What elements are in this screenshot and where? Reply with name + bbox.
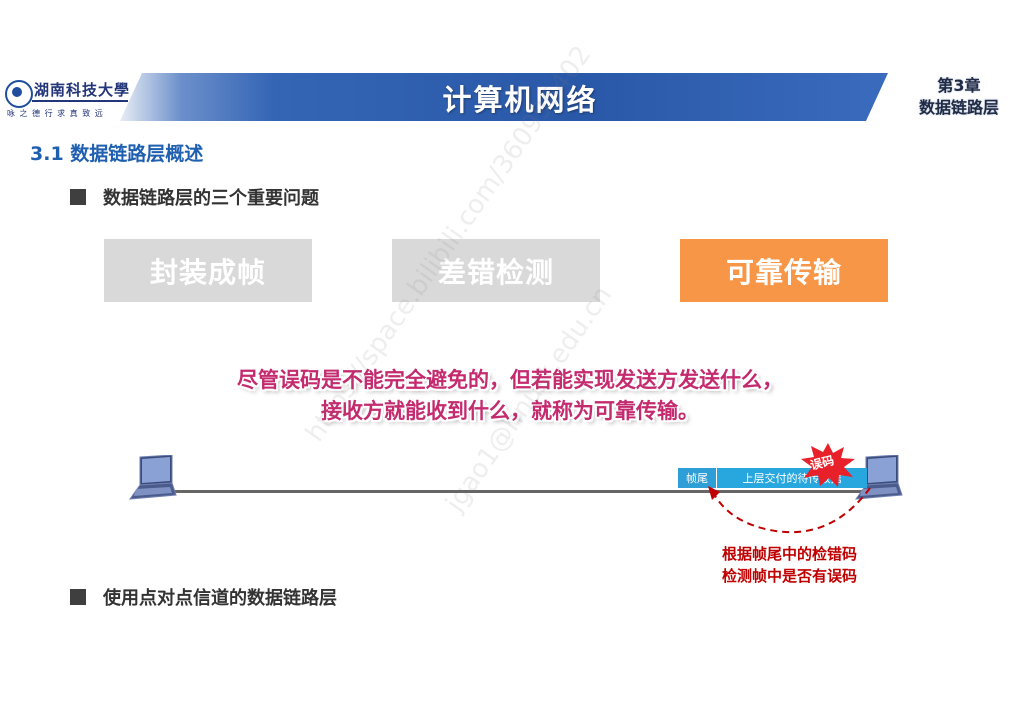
chapter-label: 第3章 数据链路层: [909, 75, 1009, 119]
section-title: 3.1 数据链路层概述: [30, 143, 204, 165]
university-emblem-icon: [5, 80, 33, 108]
university-motto: 咏 之 德 行 求 真 致 远: [7, 109, 104, 118]
issue-label: 封装成帧: [149, 255, 266, 289]
course-title: 计算机网络: [442, 83, 598, 117]
university-logo: 湖南科技大學 咏 之 德 行 求 真 致 远: [2, 74, 137, 120]
note-line-1: 根据帧尾中的检错码: [722, 545, 858, 563]
chapter-number: 第3章: [937, 76, 981, 95]
bullet-item: 使用点对点信道的数据链路层: [70, 584, 337, 610]
issue-box-reliable-transfer: 可靠传输: [680, 239, 888, 302]
bullet-text: 使用点对点信道的数据链路层: [103, 588, 337, 609]
bullet-text: 数据链路层的三个重要问题: [103, 188, 319, 209]
bullet-square-icon: [70, 589, 86, 605]
definition-line-1: 尽管误码是不能完全避免的，但若能实现发送方发送什么，: [237, 368, 783, 392]
check-arc: [708, 486, 871, 534]
university-name: 湖南科技大學: [34, 81, 131, 99]
error-check-note: 根据帧尾中的检错码 检测帧中是否有误码: [722, 543, 857, 587]
chapter-name: 数据链路层: [918, 98, 999, 117]
sender-laptop-icon: [128, 455, 177, 500]
note-line-2: 检测帧中是否有误码: [722, 567, 858, 585]
issue-label: 可靠传输: [725, 255, 842, 289]
bullet-item: 数据链路层的三个重要问题: [70, 184, 319, 210]
issue-box-framing: 封装成帧: [104, 239, 312, 302]
logo-divider: [32, 100, 128, 102]
bullet-square-icon: [70, 189, 86, 205]
